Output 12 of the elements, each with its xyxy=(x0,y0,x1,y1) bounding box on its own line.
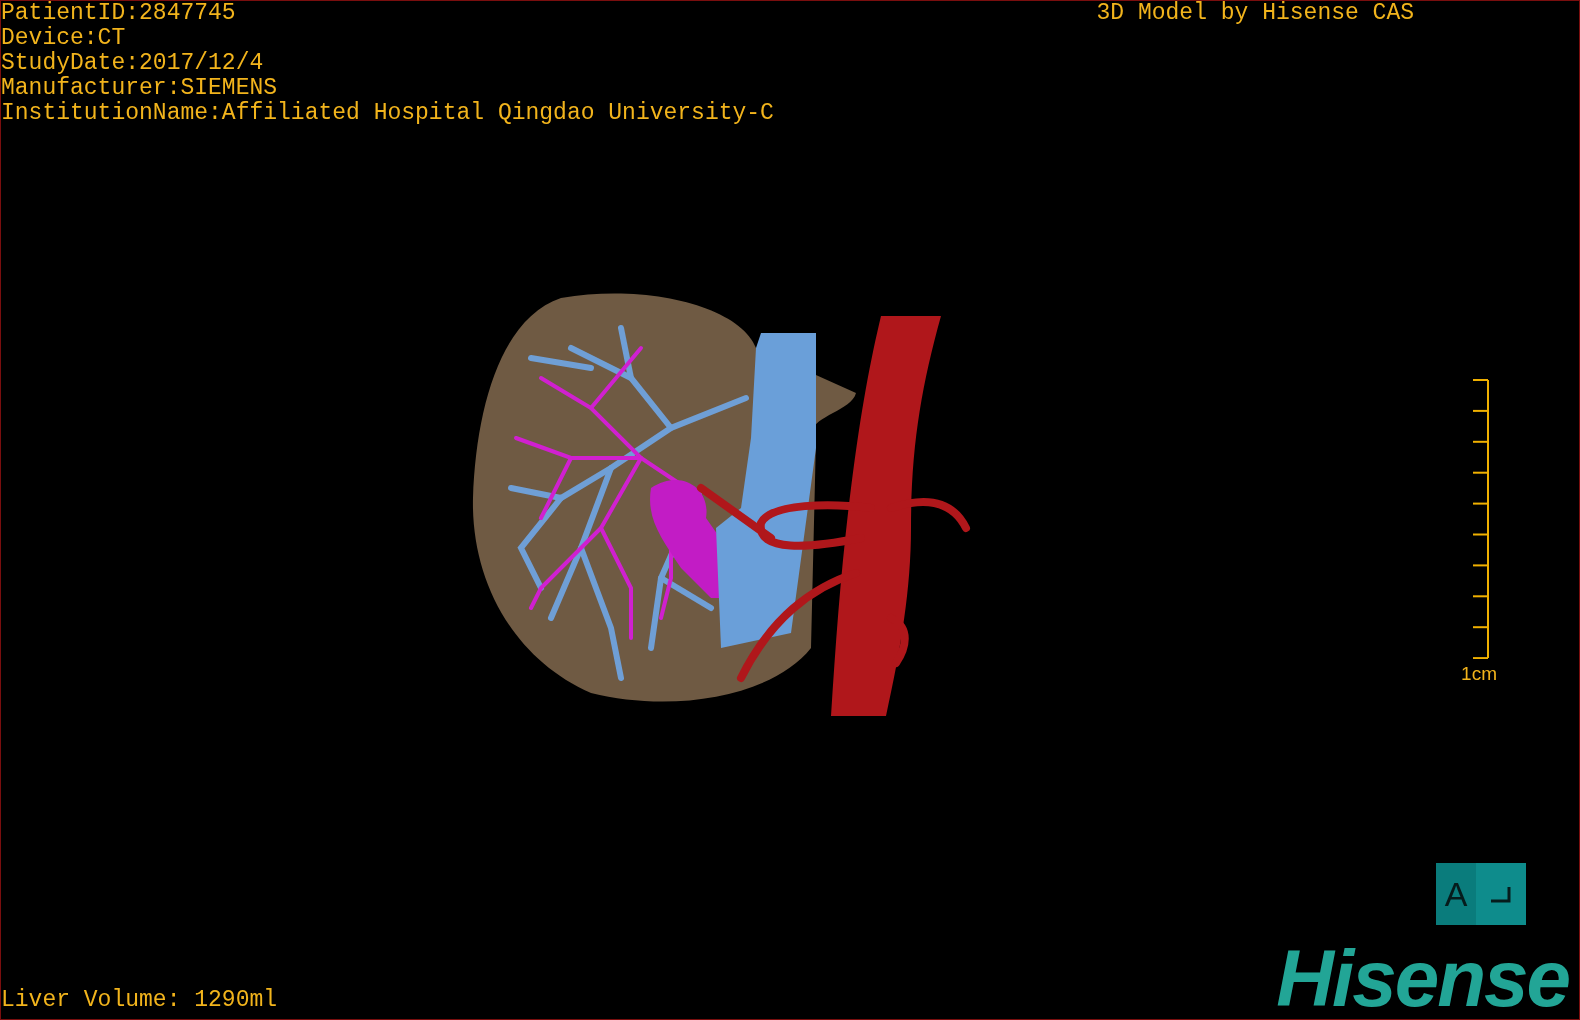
orientation-cube[interactable]: A xyxy=(1436,863,1526,925)
model-credit: 3D Model by Hisense CAS xyxy=(1096,1,1414,26)
patient-info-line: StudyDate:2017/12/4 xyxy=(1,51,264,76)
scale-ruler-icon xyxy=(1470,379,1490,659)
patient-info-line: Manufacturer:SIEMENS xyxy=(1,76,278,101)
patient-info-line: PatientID:2847745 xyxy=(1,1,236,26)
corner-glyph-icon xyxy=(1489,884,1513,904)
liver-volume-text: Liver Volume: 1290ml xyxy=(1,988,278,1013)
brand-logo: Hisense xyxy=(1276,939,1570,1019)
patient-info-line: InstitutionName:Affiliated Hospital Qingdao University-C xyxy=(1,101,774,126)
patient-info-line: Device:CT xyxy=(1,26,126,51)
scale-label: 1cm xyxy=(1461,663,1497,685)
